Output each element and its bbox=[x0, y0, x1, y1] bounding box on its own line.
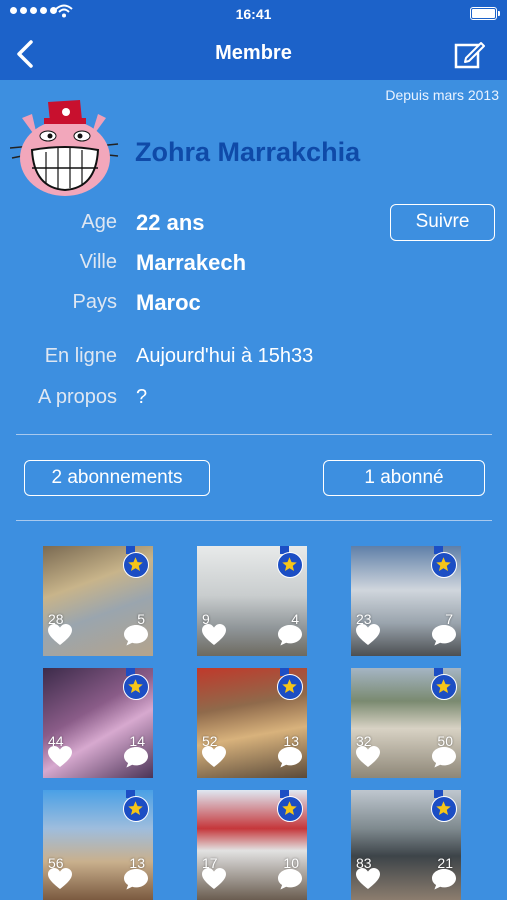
photo-tile[interactable]: 44 14 bbox=[43, 668, 153, 778]
star-icon bbox=[277, 552, 303, 578]
heart-icon[interactable] bbox=[47, 867, 73, 896]
star-icon bbox=[277, 796, 303, 822]
speech-bubble-icon[interactable] bbox=[431, 745, 457, 774]
photo-tile[interactable]: 28 5 bbox=[43, 546, 153, 656]
star-icon bbox=[123, 552, 149, 578]
speech-bubble-icon[interactable] bbox=[431, 867, 457, 896]
star-icon bbox=[123, 796, 149, 822]
heart-icon[interactable] bbox=[47, 745, 73, 774]
photo-tile[interactable]: 56 13 bbox=[43, 790, 153, 900]
speech-bubble-icon[interactable] bbox=[123, 623, 149, 652]
country-value: Maroc bbox=[136, 290, 201, 315]
member-name: Zohra Marrakchia bbox=[135, 137, 361, 167]
page-title: Membre bbox=[215, 42, 292, 64]
country-label: Pays bbox=[72, 291, 117, 313]
photo-tile[interactable]: 17 10 bbox=[197, 790, 307, 900]
star-icon bbox=[431, 674, 457, 700]
age-label: Age bbox=[81, 211, 117, 233]
speech-bubble-icon[interactable] bbox=[277, 623, 303, 652]
speech-bubble-icon[interactable] bbox=[123, 867, 149, 896]
star-icon bbox=[431, 796, 457, 822]
photo-tile[interactable]: 32 50 bbox=[351, 668, 461, 778]
about-label: A propos bbox=[38, 386, 117, 408]
heart-icon[interactable] bbox=[355, 867, 381, 896]
heart-icon[interactable] bbox=[355, 623, 381, 652]
status-time: 16:41 bbox=[235, 6, 272, 22]
age-value: 22 ans bbox=[136, 210, 205, 235]
avatar-cat-icon bbox=[10, 100, 119, 196]
divider bbox=[16, 520, 492, 521]
heart-icon[interactable] bbox=[47, 623, 73, 652]
city-label: Ville bbox=[79, 251, 117, 273]
speech-bubble-icon[interactable] bbox=[277, 745, 303, 774]
subscriptions-button[interactable]: 2 abonnements bbox=[24, 460, 210, 496]
battery-icon bbox=[470, 7, 500, 20]
speech-bubble-icon[interactable] bbox=[123, 745, 149, 774]
star-icon bbox=[431, 552, 457, 578]
status-bar: 16:41 bbox=[0, 0, 507, 28]
followers-button[interactable]: 1 abonné bbox=[323, 460, 485, 496]
star-icon bbox=[277, 674, 303, 700]
photo-tile[interactable]: 52 13 bbox=[197, 668, 307, 778]
photo-tile[interactable]: 83 21 bbox=[351, 790, 461, 900]
star-icon bbox=[123, 674, 149, 700]
online-label: En ligne bbox=[44, 345, 117, 367]
divider bbox=[16, 434, 492, 435]
follow-button[interactable]: Suivre bbox=[390, 204, 495, 241]
about-value: ? bbox=[136, 386, 148, 408]
photo-tile[interactable]: 94 bbox=[197, 546, 307, 656]
heart-icon[interactable] bbox=[201, 623, 227, 652]
photo-tile[interactable]: 23 7 bbox=[351, 546, 461, 656]
nav-bar: Membre bbox=[0, 28, 507, 80]
speech-bubble-icon[interactable] bbox=[431, 623, 457, 652]
heart-icon[interactable] bbox=[201, 867, 227, 896]
speech-bubble-icon[interactable] bbox=[277, 867, 303, 896]
heart-icon[interactable] bbox=[201, 745, 227, 774]
member-since: Depuis mars 2013 bbox=[385, 87, 499, 103]
compose-icon[interactable] bbox=[453, 38, 485, 70]
heart-icon[interactable] bbox=[355, 745, 381, 774]
city-value: Marrakech bbox=[136, 250, 247, 275]
online-value: Aujourd'hui à 15h33 bbox=[136, 345, 314, 367]
